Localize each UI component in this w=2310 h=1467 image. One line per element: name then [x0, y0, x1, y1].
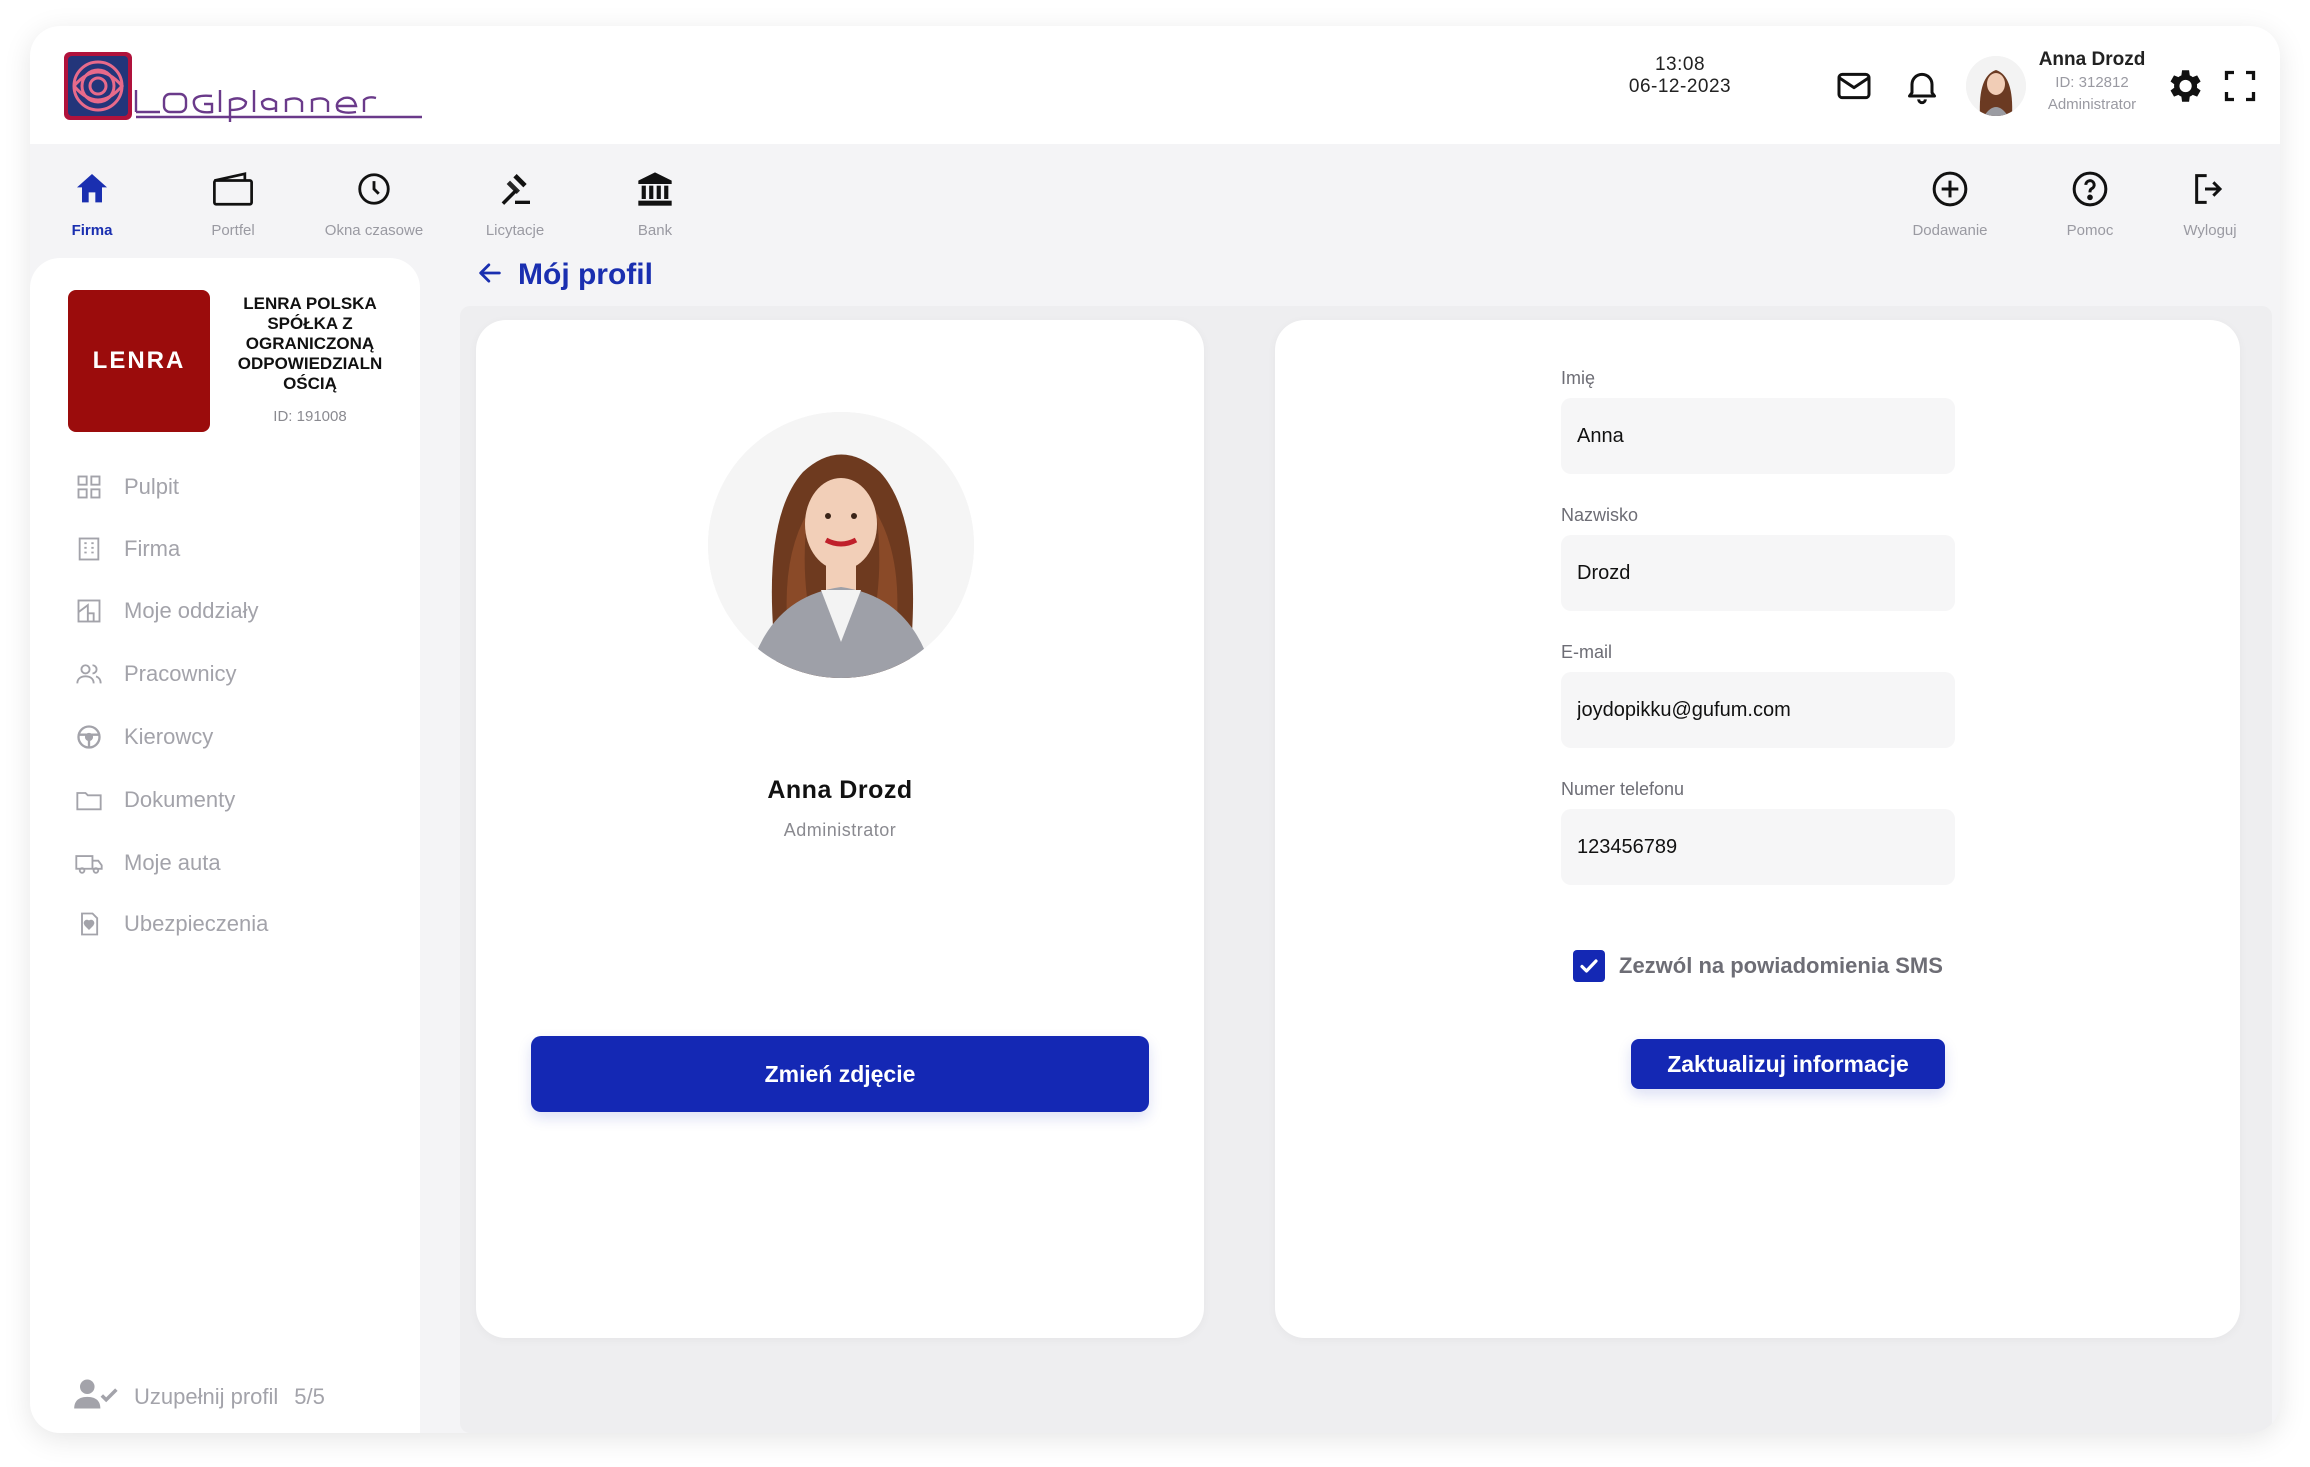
steering-wheel-icon: [74, 722, 104, 752]
complete-profile-progress: 5/5: [294, 1383, 325, 1409]
gear-icon[interactable]: [2162, 64, 2206, 108]
first-name-label: Imię: [1561, 368, 1596, 388]
user-name: Anna Drozd: [2038, 49, 2146, 70]
nav-label: Licytacje: [485, 222, 545, 239]
change-photo-button[interactable]: Zmień zdjęcie: [531, 1036, 1149, 1112]
sms-consent[interactable]: Zezwól na powiadomienia SMS: [1573, 950, 1943, 982]
logout-icon: [2150, 166, 2270, 212]
nav-pomoc[interactable]: Pomoc: [2030, 166, 2150, 239]
page-header: Mój profil: [476, 258, 653, 292]
last-name-field[interactable]: [1561, 535, 1955, 611]
nav-bank[interactable]: Bank: [595, 166, 715, 239]
sidebar-item-label: Kierowcy: [124, 724, 214, 749]
building-icon: [74, 534, 104, 564]
nav-label: Pomoc: [2066, 222, 2114, 239]
current-time: 13:08: [1654, 54, 1706, 75]
back-arrow-icon[interactable]: [476, 259, 504, 292]
complete-profile[interactable]: Uzupełnij profil 5/5: [74, 1378, 325, 1415]
email-field[interactable]: [1561, 672, 1955, 748]
sidebar: LENRA LENRA POLSKA SPÓŁKA Z OGRANICZONĄ …: [30, 258, 420, 1433]
sidebar-item-label: Pracownicy: [124, 661, 237, 686]
wallet-icon: [173, 166, 293, 212]
sidebar-item-dokumenty[interactable]: Dokumenty: [74, 783, 235, 817]
sidebar-item-label: Dokumenty: [124, 787, 236, 812]
home-icon: [32, 166, 152, 212]
profile-name: Anna Drozd: [767, 776, 913, 804]
first-name-field[interactable]: [1561, 398, 1955, 474]
sidebar-item-ubezpieczenia[interactable]: Ubezpieczenia: [74, 907, 268, 941]
user-id: ID: 312812: [2055, 74, 2129, 91]
truck-icon: [74, 848, 104, 878]
mail-icon[interactable]: [1832, 64, 1876, 108]
nav-label: Okna czasowe: [324, 222, 424, 239]
update-info-button[interactable]: Zaktualizuj informacje: [1631, 1039, 1945, 1089]
sms-checkbox[interactable]: [1573, 950, 1605, 982]
top-header: 13:08 06-12-2023 Anna Drozd ID: 312812 A…: [30, 26, 2280, 144]
company-id: ID: 191008: [273, 408, 347, 425]
sidebar-item-label: Pulpit: [124, 474, 180, 499]
nav-label: Bank: [637, 222, 673, 239]
nav-portfel[interactable]: Portfel: [173, 166, 293, 239]
sidebar-item-moje-oddzialy[interactable]: Moje oddziały: [74, 594, 259, 628]
check-icon: [1580, 959, 1598, 973]
bell-icon[interactable]: [1900, 64, 1944, 108]
current-date: 06-12-2023: [1628, 76, 1732, 97]
phone-label: Numer telefonu: [1561, 779, 1685, 799]
nav-dodawanie[interactable]: Dodawanie: [1890, 166, 2010, 239]
sidebar-item-label: Moje oddziały: [124, 598, 259, 623]
grid-icon: [74, 472, 104, 502]
clock-display: 13:08 06-12-2023: [1610, 54, 1750, 98]
profile-photo: [708, 412, 974, 678]
profile-card: Anna Drozd Administrator Zmień zdjęcie: [476, 320, 1204, 1338]
nav-okna-czasowe[interactable]: Okna czasowe: [314, 166, 434, 239]
sidebar-item-label: Ubezpieczenia: [124, 911, 269, 936]
plus-circle-icon: [1890, 166, 2010, 212]
profile-form-card: Imię Nazwisko E-mail Numer telefonu Zezw…: [1275, 320, 2240, 1338]
company-logo: LENRA: [68, 290, 210, 432]
sms-consent-label: Zezwól na powiadomienia SMS: [1619, 953, 1943, 978]
last-name-label: Nazwisko: [1561, 505, 1639, 525]
users-icon: [74, 659, 104, 689]
phone-field[interactable]: [1561, 809, 1955, 885]
company-logo-text: LENRA: [92, 347, 186, 374]
sidebar-item-label: Moje auta: [124, 850, 221, 875]
sidebar-item-pulpit[interactable]: Pulpit: [74, 470, 179, 504]
clock-icon: [314, 166, 434, 212]
sidebar-item-moje-auta[interactable]: Moje auta: [74, 846, 221, 880]
sidebar-item-kierowcy[interactable]: Kierowcy: [74, 720, 213, 754]
bank-icon: [595, 166, 715, 212]
folder-icon: [74, 785, 104, 815]
nav-label: Portfel: [211, 222, 255, 239]
sidebar-item-pracownicy[interactable]: Pracownicy: [74, 657, 236, 691]
company-name: LENRA POLSKA SPÓŁKA Z OGRANICZONĄ ODPOWI…: [237, 294, 383, 393]
complete-profile-label: Uzupełnij profil: [134, 1383, 279, 1409]
fullscreen-icon[interactable]: [2218, 64, 2262, 108]
gavel-icon: [455, 166, 575, 212]
nav-label: Dodawanie: [1912, 222, 1988, 239]
page-title: Mój profil: [518, 258, 653, 291]
nav-licytacje[interactable]: Licytacje: [455, 166, 575, 239]
nav-wyloguj[interactable]: Wyloguj: [2150, 166, 2270, 239]
profile-role: Administrator: [783, 820, 897, 840]
user-role: Administrator: [2047, 96, 2137, 113]
nav-label: Wyloguj: [2183, 222, 2237, 239]
email-label: E-mail: [1561, 642, 1613, 662]
sidebar-item-label: Firma: [124, 536, 181, 561]
branch-icon: [74, 596, 104, 626]
user-info[interactable]: Anna Drozd ID: 312812 Administrator: [2032, 48, 2152, 116]
user-avatar[interactable]: [1966, 56, 2026, 116]
help-circle-icon: [2030, 166, 2150, 212]
user-check-icon: [74, 1378, 118, 1415]
nav-firma[interactable]: Firma: [32, 166, 152, 239]
insurance-icon: [74, 909, 104, 939]
nav-label: Firma: [71, 222, 113, 239]
app-window: 13:08 06-12-2023 Anna Drozd ID: 312812 A…: [30, 26, 2280, 1433]
sidebar-item-firma[interactable]: Firma: [74, 532, 180, 566]
logiplanner-logo[interactable]: [64, 50, 424, 122]
